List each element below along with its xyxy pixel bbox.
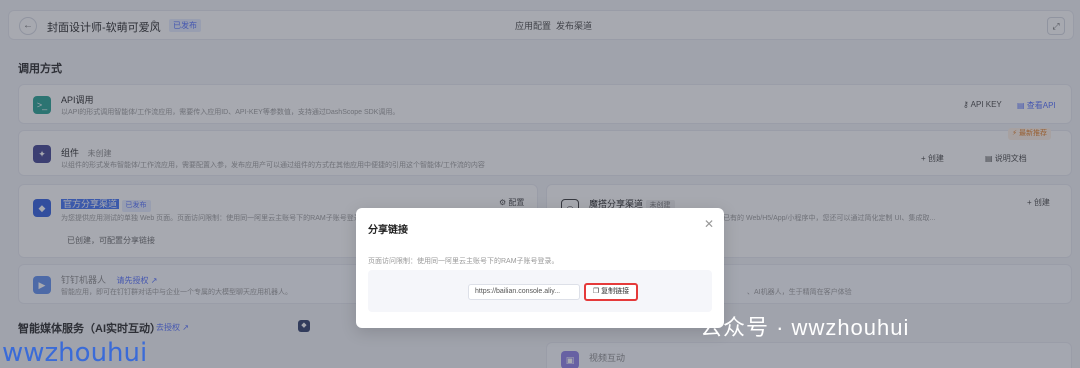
share-link-box: https://bailian.console.aliy... ❐ 复制链接 (368, 270, 712, 312)
author-watermark: wwzhouhui (2, 338, 148, 368)
share-url-field[interactable]: https://bailian.console.aliy... (468, 284, 580, 300)
close-icon[interactable]: ✕ (704, 217, 714, 231)
copy-link-button[interactable]: ❐ 复制链接 (584, 283, 638, 301)
share-link-modal: 分享链接 ✕ 页面访问限制：使用同一阿里云主账号下的RAM子账号登录。 http… (356, 208, 724, 328)
copy-link-label: 复制链接 (601, 288, 630, 295)
wechat-watermark: 公众号 · wwzhouhui (700, 315, 910, 340)
modal-desc: 页面访问限制：使用同一阿里云主账号下的RAM子账号登录。 (368, 258, 559, 265)
copy-icon: ❐ (592, 288, 600, 295)
modal-title: 分享链接 (368, 225, 408, 236)
